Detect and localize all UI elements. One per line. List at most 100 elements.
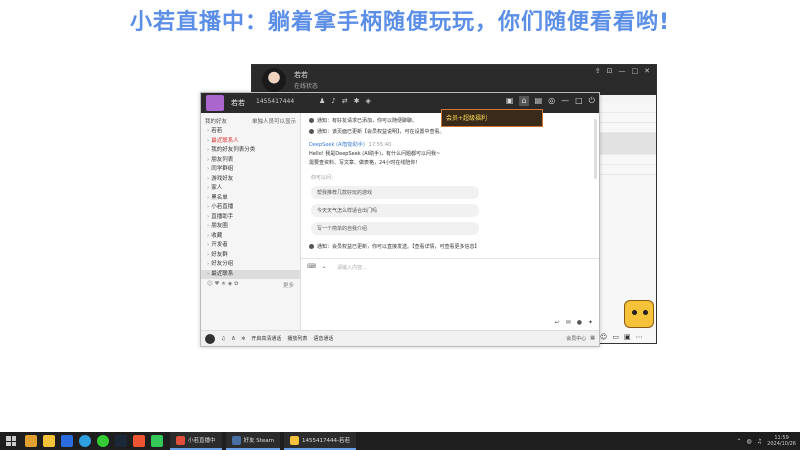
emoji-icons[interactable]: ☺ ♥ ★ ◆ ✿ <box>207 281 238 289</box>
sidebar-item[interactable]: › 直播助手 <box>201 213 300 223</box>
maximize-icon[interactable]: □ <box>575 96 583 106</box>
chat-panel[interactable]: 通知：有好友请求已添加，你可以随便聊聊。 通知：该页面已更新【会员权益说明】，可… <box>301 113 599 330</box>
power-icon[interactable]: ⏻ <box>589 96 595 106</box>
sidebar-item[interactable]: › 收藏 <box>201 232 300 242</box>
chevron-right-icon: › <box>207 128 210 134</box>
chat-bubble-icon[interactable]: ✉ <box>566 319 571 326</box>
sidebar-item[interactable]: › 我的好友列表分类 <box>201 146 300 156</box>
sidebar-item[interactable]: › 好友分组 <box>201 260 300 270</box>
promo-banner[interactable]: 会员+超级福利 <box>441 109 543 127</box>
sidebar-item-label: 若若 <box>211 128 223 134</box>
chrome-icon[interactable] <box>97 435 109 447</box>
bottom-toolbar[interactable]: ♫ ♁ ✲ 开启高清通话 播放列表 语音通话 会员中心 ▦ <box>201 330 599 346</box>
profile-icon[interactable]: ☺ <box>600 333 607 341</box>
mascot-icon[interactable] <box>624 300 654 328</box>
home-icon[interactable]: ⌂ <box>519 96 529 106</box>
sidebar-header[interactable]: 我的好友 <box>205 117 227 125</box>
app-icon[interactable] <box>25 435 37 447</box>
chevron-up-icon[interactable]: ⌃ <box>737 438 742 445</box>
volume-icon[interactable]: ♫ <box>757 438 762 445</box>
maximize-icon[interactable]: □ <box>632 67 639 75</box>
app-icon[interactable] <box>43 435 55 447</box>
sidebar-item[interactable]: › 朋友圈 <box>201 222 300 232</box>
sidebar-item[interactable]: › 朋友列表 <box>201 156 300 166</box>
wechat-icon[interactable] <box>151 435 163 447</box>
more-icon[interactable]: ⋯ <box>636 333 643 341</box>
volume-icon[interactable]: ♫ <box>221 336 225 342</box>
gamepad-icon[interactable]: ⌨ <box>307 263 316 270</box>
taskbar-window-button[interactable]: 好友 Steam <box>225 432 281 450</box>
info-icon <box>309 244 314 249</box>
friends-icon[interactable]: ♟ <box>319 97 325 105</box>
close-icon[interactable]: ✕ <box>644 67 650 75</box>
sidebar-item[interactable]: › 小若直播 <box>201 203 300 213</box>
avatar[interactable] <box>206 95 224 111</box>
app-icon[interactable] <box>133 435 145 447</box>
share-icon[interactable]: ⇄ <box>342 97 348 105</box>
member-center-link[interactable]: 会员中心 <box>566 335 586 342</box>
background-window-titlebar[interactable]: 若若 在线状态 ⇪ ⊡ — □ ✕ <box>252 65 656 95</box>
contact-sidebar[interactable]: 我的好友 单独人员可以显示 › 若若 › 最近联系人 › 我的好友列表分类 › 朋友列表 › 同学… <box>201 113 301 330</box>
suggestion-chip[interactable]: 今天天气怎么样适合出门吗 <box>311 204 479 217</box>
screen-icon[interactable]: ▣ <box>624 333 631 341</box>
list-item[interactable] <box>599 113 656 123</box>
suggestion-chip[interactable]: 帮我推荐几款好玩的游戏 <box>311 186 479 199</box>
playlist-button[interactable]: 播放列表 <box>287 335 307 342</box>
calendar-icon[interactable]: ▤ <box>535 96 543 106</box>
clock[interactable]: 11:59 2024/10/26 <box>767 435 796 447</box>
chevron-down-icon[interactable]: ⌄ <box>322 263 327 270</box>
sidebar-item[interactable]: › 游戏好友 <box>201 175 300 185</box>
gift-icon[interactable]: ✦ <box>588 319 593 326</box>
sidebar-item-label: 好友群 <box>211 251 228 258</box>
main-chat-window[interactable]: 若若 1455417444 ♟ ♪ ⇄ ✱ ◈ ▣ ⌂ ▤ ◎ — □ ⏻ 会员… <box>200 92 600 347</box>
sidebar-item[interactable]: › 黑名单 <box>201 194 300 204</box>
sidebar-item[interactable]: › 开发者 <box>201 241 300 251</box>
settings-icon[interactable]: ✱ <box>354 97 360 105</box>
voice-call-button[interactable]: 语音通话 <box>313 335 333 342</box>
reply-icon[interactable]: ↩ <box>555 319 560 326</box>
network-icon[interactable]: ◍ <box>747 438 752 445</box>
minimize-icon[interactable]: — <box>619 67 626 75</box>
folder-icon[interactable]: ▭ <box>612 333 619 341</box>
sidebar-item[interactable]: › 同学群组 <box>201 165 300 175</box>
chat-scrollbar[interactable] <box>594 119 597 179</box>
list-item[interactable] <box>599 103 656 113</box>
settings-icon[interactable]: ✲ <box>241 336 245 342</box>
shield-icon[interactable]: ◈ <box>366 97 371 105</box>
layout-icon[interactable]: ▦ <box>590 335 595 342</box>
taskbar-window-button[interactable]: 1455417444-若若 <box>284 432 357 450</box>
avatar[interactable] <box>205 333 215 344</box>
share-icon[interactable]: ⇪ <box>595 67 601 75</box>
windows-start-icon[interactable] <box>6 436 16 446</box>
message-input[interactable]: ⌨ ⌄ 请输入内容... ↩ ✉ ● ✦ <box>301 258 599 330</box>
sidebar-item[interactable]: › 若若 <box>201 127 300 137</box>
steam-icon[interactable] <box>115 435 127 447</box>
list-item[interactable] <box>599 155 656 165</box>
suggestion-chip[interactable]: 写一个简单的自我介绍 <box>311 222 479 235</box>
list-item[interactable] <box>599 133 656 155</box>
microphone-icon[interactable]: ♁ <box>231 336 235 342</box>
sidebar-item[interactable]: › 最近联系 <box>201 269 300 279</box>
sidebar-item[interactable]: › 最近联系人 <box>201 137 300 147</box>
pin-icon[interactable]: ⊡ <box>607 67 613 75</box>
hd-call-button[interactable]: 开启高清通话 <box>251 335 281 342</box>
voice-icon[interactable]: ♪ <box>331 97 335 105</box>
list-item[interactable] <box>599 165 656 175</box>
bot-name[interactable]: DeepSeek (AI智能助手) <box>309 142 365 148</box>
game-icon[interactable]: ◎ <box>548 96 555 106</box>
list-item[interactable] <box>599 123 656 133</box>
sidebar-item[interactable]: › 家人 <box>201 184 300 194</box>
sidebar-item[interactable]: › 好友群 <box>201 251 300 261</box>
taskbar-window-button[interactable]: 小若直播中 <box>170 432 222 450</box>
screen-icon[interactable]: ▣ <box>506 96 514 106</box>
taskbar[interactable]: 小若直播中 好友 Steam 1455417444-若若 ⌃ ◍ ♫ 11:59 2… <box>0 432 800 450</box>
avatar[interactable] <box>262 68 286 92</box>
minimize-icon[interactable]: — <box>561 96 569 106</box>
app-icon[interactable] <box>61 435 73 447</box>
browser-icon[interactable] <box>79 435 91 447</box>
record-icon[interactable]: ● <box>577 319 582 326</box>
chevron-right-icon: › <box>207 147 210 153</box>
more-link[interactable]: 更多 <box>283 281 294 289</box>
sidebar-item-label: 小若直播 <box>211 204 234 210</box>
system-tray[interactable]: ⌃ ◍ ♫ 11:59 2024/10/26 <box>737 435 800 447</box>
